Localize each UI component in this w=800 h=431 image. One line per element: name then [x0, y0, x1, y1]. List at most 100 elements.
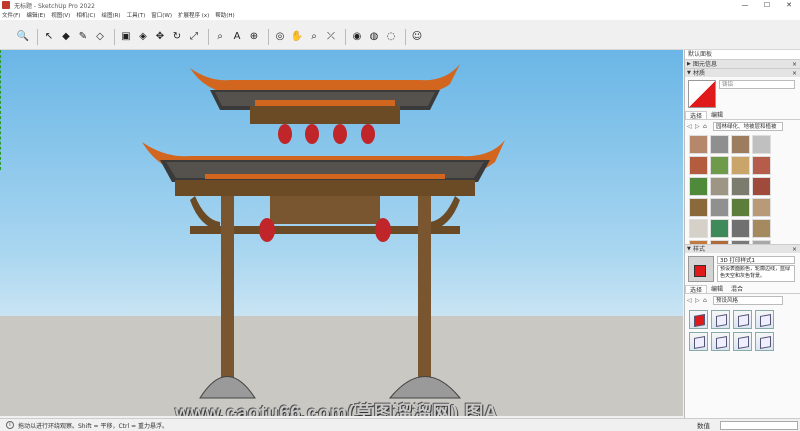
style-option[interactable]	[755, 332, 774, 351]
style-thumbnail[interactable]	[688, 256, 714, 282]
material-thumbnail[interactable]	[689, 198, 708, 217]
material-thumbnail[interactable]	[710, 219, 729, 238]
material-thumbnail[interactable]	[731, 219, 750, 238]
tab-mix[interactable]: 混合	[727, 285, 747, 293]
style-option[interactable]	[733, 310, 752, 329]
style-option[interactable]	[755, 310, 774, 329]
info-icon[interactable]: i	[6, 421, 14, 429]
style-name-field[interactable]: 3D 打印样式1	[717, 256, 795, 264]
menu-window[interactable]: 窗口(W)	[151, 11, 172, 19]
text-icon[interactable]: A	[230, 30, 244, 44]
material-thumbnail[interactable]	[689, 156, 708, 175]
search-icon[interactable]: 🔍	[16, 30, 30, 44]
window-title: 无标题 - SketchUp Pro 2022	[14, 2, 95, 10]
default-tray: 默认面板 ▶ 图元信息 × ▼ 材质 × 铸铝 选择 编辑 ◁ ▷ ⌂ 园林绿化、地被层…	[684, 50, 800, 418]
move-icon[interactable]: ✥	[153, 30, 167, 44]
back-icon[interactable]: ◁	[687, 297, 695, 304]
home-icon[interactable]: ⌂	[703, 123, 711, 130]
material-thumbnail[interactable]	[710, 156, 729, 175]
materials-tabs: 选择 编辑	[685, 111, 800, 120]
rotate-icon[interactable]: ↻	[170, 30, 184, 44]
forward-icon[interactable]: ▷	[695, 297, 703, 304]
entity-info-section[interactable]: ▶ 图元信息 ×	[685, 59, 800, 68]
toolbar-separator	[114, 28, 115, 45]
style-option[interactable]	[689, 310, 708, 329]
styles-label: 样式	[693, 246, 706, 253]
tab-edit[interactable]: 编辑	[707, 285, 727, 293]
account-icon[interactable]: ☺	[410, 30, 424, 44]
material-thumbnail[interactable]	[752, 177, 771, 196]
toolbar-separator	[37, 28, 38, 45]
library-select[interactable]: 园林绿化、地被层和植被	[713, 121, 783, 131]
zoom-icon[interactable]: ⌕	[307, 30, 321, 44]
tab-select[interactable]: 选择	[685, 285, 708, 294]
material-thumbnail[interactable]	[752, 135, 771, 154]
toolbar-separator	[405, 28, 406, 45]
paint-bucket-icon[interactable]: ◈	[136, 30, 150, 44]
zoom-extents-icon[interactable]: ⤫	[324, 30, 338, 44]
measurements-input[interactable]	[720, 421, 798, 430]
tape-measure-icon[interactable]: ⌕	[213, 30, 227, 44]
warehouse-icon[interactable]: ◉	[350, 30, 364, 44]
shape-icon[interactable]: ◇	[93, 30, 107, 44]
layout-icon[interactable]: ◌	[384, 30, 398, 44]
material-thumbnail[interactable]	[689, 219, 708, 238]
menu-draw[interactable]: 绘图(R)	[101, 11, 120, 19]
styles-section[interactable]: ▼ 样式 ×	[685, 244, 800, 253]
forward-icon[interactable]: ▷	[695, 123, 703, 130]
menu-help[interactable]: 帮助(H)	[215, 11, 234, 19]
sketchup-logo-icon	[2, 1, 10, 9]
menu-file[interactable]: 文件(F)	[2, 11, 20, 19]
archway-model[interactable]	[0, 50, 683, 416]
modeling-viewport[interactable]: www.caotu66.com(草图溜溜网) 图A	[0, 50, 683, 416]
home-icon[interactable]: ⌂	[703, 297, 711, 304]
materials-section[interactable]: ▼ 材质 ×	[685, 68, 800, 77]
material-thumbnail[interactable]	[731, 156, 750, 175]
menu-edit[interactable]: 编辑(E)	[26, 11, 45, 19]
material-thumbnail[interactable]	[710, 135, 729, 154]
style-description-field[interactable]: 预设表面颜色，轮廓边线，蓝绿色天空和灰色背景。	[717, 265, 795, 282]
pan-icon[interactable]: ✋	[290, 30, 304, 44]
orbit-icon[interactable]: ◎	[273, 30, 287, 44]
tab-edit[interactable]: 编辑	[707, 111, 727, 119]
close-icon[interactable]: ×	[792, 245, 797, 254]
material-thumbnail[interactable]	[689, 177, 708, 196]
maximize-button[interactable]: ☐	[756, 0, 778, 10]
style-option[interactable]	[733, 332, 752, 351]
toolbar-separator	[345, 28, 346, 45]
menu-view[interactable]: 视图(V)	[51, 11, 70, 19]
material-swatch[interactable]	[688, 80, 716, 108]
style-option[interactable]	[711, 332, 730, 351]
status-bar: i 拖动以进行环绕观察。Shift = 平移，Ctrl = 重力悬浮。 数值	[0, 418, 800, 431]
material-thumbnail[interactable]	[752, 219, 771, 238]
style-library-select[interactable]: 预设风格	[713, 295, 783, 305]
material-thumbnail[interactable]	[710, 198, 729, 217]
material-thumbnail[interactable]	[731, 198, 750, 217]
material-thumbnail[interactable]	[752, 198, 771, 217]
close-button[interactable]: ✕	[778, 0, 800, 10]
materials-nav: ◁ ▷ ⌂ 园林绿化、地被层和植被	[685, 120, 800, 132]
dimension-icon[interactable]: ⊕	[247, 30, 261, 44]
material-thumbnail[interactable]	[731, 135, 750, 154]
back-icon[interactable]: ◁	[687, 123, 695, 130]
material-thumbnail[interactable]	[752, 156, 771, 175]
material-name-field[interactable]: 铸铝	[719, 80, 795, 89]
minimize-button[interactable]: —	[734, 0, 756, 10]
menu-tools[interactable]: 工具(T)	[127, 11, 146, 19]
material-thumbnail[interactable]	[710, 177, 729, 196]
style-option[interactable]	[689, 332, 708, 351]
eraser-icon[interactable]: ◆	[59, 30, 73, 44]
extension-icon[interactable]: ◍	[367, 30, 381, 44]
scale-icon[interactable]: ⤢	[187, 30, 201, 44]
styles-tabs: 选择 编辑 混合	[685, 285, 800, 294]
material-thumbnail[interactable]	[731, 177, 750, 196]
menu-camera[interactable]: 相机(C)	[76, 11, 95, 19]
tab-select[interactable]: 选择	[685, 111, 708, 120]
select-icon[interactable]: ↖	[42, 30, 56, 44]
pushpull-icon[interactable]: ▣	[119, 30, 133, 44]
menu-extensions[interactable]: 扩展程序 (x)	[178, 11, 209, 19]
toolbar-separator	[268, 28, 269, 45]
material-thumbnail[interactable]	[689, 135, 708, 154]
style-option[interactable]	[711, 310, 730, 329]
pencil-icon[interactable]: ✎	[76, 30, 90, 44]
